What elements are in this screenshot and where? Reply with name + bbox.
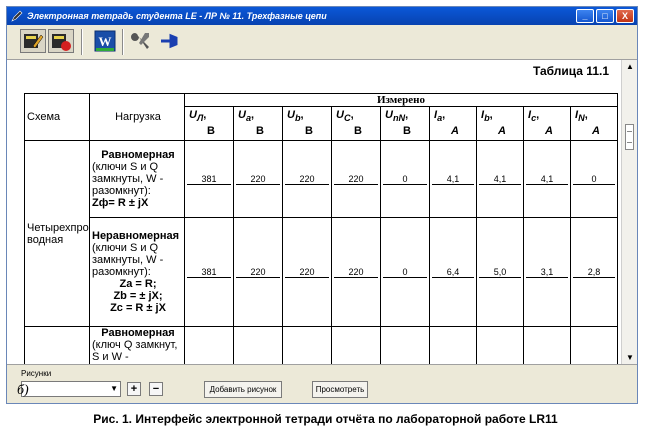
tools-icon[interactable] [129, 29, 155, 53]
col-header-Ia: Ia, A [429, 106, 477, 141]
cell-r2-UnN[interactable]: 0 [380, 217, 430, 327]
cell-r1-Ua[interactable]: 220 [233, 140, 283, 218]
col-header-UL: UЛ, В [184, 106, 234, 141]
figure-letter: б) [17, 383, 29, 398]
minimize-button[interactable]: _ [576, 9, 594, 23]
cell-r3-IN[interactable] [570, 326, 618, 364]
load-uniform: Равномерная (ключи S и Q замкнуты, W - р… [89, 140, 185, 218]
cell-r1-Ia[interactable]: 4,1 [429, 140, 477, 218]
vertical-scrollbar[interactable]: ▲ ▼ [621, 60, 637, 364]
formula-zb: Zb = ± jX; [113, 290, 163, 302]
scroll-up-icon[interactable]: ▲ [626, 62, 634, 71]
cell-r1-UnN[interactable]: 0 [380, 140, 430, 218]
load-uniform-2: Равномерная (ключ Q замкнут, S и W - [89, 326, 185, 364]
cell-r3-Ua[interactable] [233, 326, 283, 364]
col-header-Ic: Ic, A [523, 106, 571, 141]
col-header-Ub: Ub, В [282, 106, 332, 141]
svg-text:W: W [99, 34, 112, 49]
cell-r3-Ia[interactable] [429, 326, 477, 364]
cell-r2-IN[interactable]: 2,8 [570, 217, 618, 327]
notebook-delete-icon[interactable] [48, 29, 74, 53]
cell-r3-UL[interactable] [184, 326, 234, 364]
col-header-Ib: Ib, A [476, 106, 524, 141]
remove-figure-button[interactable]: − [149, 382, 163, 396]
cell-r2-UL[interactable]: 381 [184, 217, 234, 327]
formula-zc: Zc = R ± jX [110, 302, 166, 314]
title-bar: Электронная тетрадь студента LE - ЛР № 1… [7, 7, 637, 25]
toolbar: W [7, 25, 637, 60]
load-nonuniform-desc: (ключи S и Q замкнуты, W - разомкнут): [92, 242, 164, 278]
view-button[interactable]: Просмотреть [312, 381, 368, 398]
scroll-thumb[interactable] [625, 124, 634, 150]
close-button[interactable]: X [616, 9, 634, 23]
word-icon[interactable]: W [93, 29, 119, 53]
figures-dropdown[interactable]: ▼ [21, 381, 121, 397]
cell-r1-Ub[interactable]: 220 [282, 140, 332, 218]
notebook-edit-icon[interactable] [20, 29, 46, 53]
scheme-four-wire: Четырехпро водная [24, 140, 90, 327]
window-title: Электронная тетрадь студента LE - ЛР № 1… [27, 11, 327, 21]
cell-r1-IN[interactable]: 0 [570, 140, 618, 218]
pin-icon[interactable] [157, 29, 183, 53]
cell-r1-Ib[interactable]: 4,1 [476, 140, 524, 218]
cell-r1-Uc[interactable]: 220 [331, 140, 381, 218]
cell-r2-Ub[interactable]: 220 [282, 217, 332, 327]
cell-r1-Ic[interactable]: 4,1 [523, 140, 571, 218]
col-header-Uc: UC, В [331, 106, 381, 141]
figure-caption: Рис. 1. Интерфейс электронной тетради от… [93, 412, 558, 426]
add-figure-button[interactable]: Добавить рисунок [204, 381, 282, 398]
cell-r3-Ub[interactable] [282, 326, 332, 364]
load-uniform-desc: (ключи S и Q замкнуты, W - разомкнут): [92, 161, 164, 197]
col-header-UnN: UnN, В [380, 106, 430, 141]
figures-label: Рисунки [21, 369, 52, 378]
chevron-down-icon: ▼ [110, 384, 118, 393]
header-scheme: Схема [24, 93, 90, 141]
load-nonuniform-title: Неравномерная [92, 230, 180, 242]
cell-r3-Ib[interactable] [476, 326, 524, 364]
cell-r2-Ic[interactable]: 3,1 [523, 217, 571, 327]
cell-r3-Ic[interactable] [523, 326, 571, 364]
load-nonuniform: Неравномерная (ключи S и Q замкнуты, W -… [89, 217, 185, 327]
cell-r2-Ib[interactable]: 5,0 [476, 217, 524, 327]
col-header-IN: IN, A [570, 106, 618, 141]
col-header-Ua: Ua, В [233, 106, 283, 141]
report-content: Таблица 11.1 Схема Нагрузка Измерено UЛ,… [7, 60, 621, 364]
figures-panel: Рисунки ▼ + − Добавить рисунок Просмотре… [7, 364, 637, 403]
cell-r3-UnN[interactable] [380, 326, 430, 364]
maximize-button[interactable]: □ [596, 9, 614, 23]
app-window: Электронная тетрадь студента LE - ЛР № 1… [6, 6, 638, 404]
header-load: Нагрузка [89, 93, 185, 141]
cell-r2-Ia[interactable]: 6,4 [429, 217, 477, 327]
scroll-down-icon[interactable]: ▼ [626, 353, 634, 362]
load-uniform-title: Равномерная [101, 149, 175, 161]
pen-icon [11, 10, 23, 22]
load-uniform-formula: Zф= R ± jX [92, 197, 149, 209]
formula-za: Za = R; [119, 278, 157, 290]
load-uniform-2-desc: (ключ Q замкнут, S и W - [92, 339, 178, 363]
add-figure-plus-button[interactable]: + [127, 382, 141, 396]
scheme-three-wire [24, 326, 90, 364]
load-uniform-2-title: Равномерная [101, 327, 175, 339]
cell-r2-Ua[interactable]: 220 [233, 217, 283, 327]
cell-r3-Uc[interactable] [331, 326, 381, 364]
header-measured: Измерено [184, 93, 618, 107]
cell-r1-UL[interactable]: 381 [184, 140, 234, 218]
table-caption: Таблица 11.1 [532, 64, 609, 78]
measurement-table: Схема Нагрузка Измерено UЛ, В Ua, В Ub, В U… [24, 93, 618, 364]
cell-r2-Uc[interactable]: 220 [331, 217, 381, 327]
